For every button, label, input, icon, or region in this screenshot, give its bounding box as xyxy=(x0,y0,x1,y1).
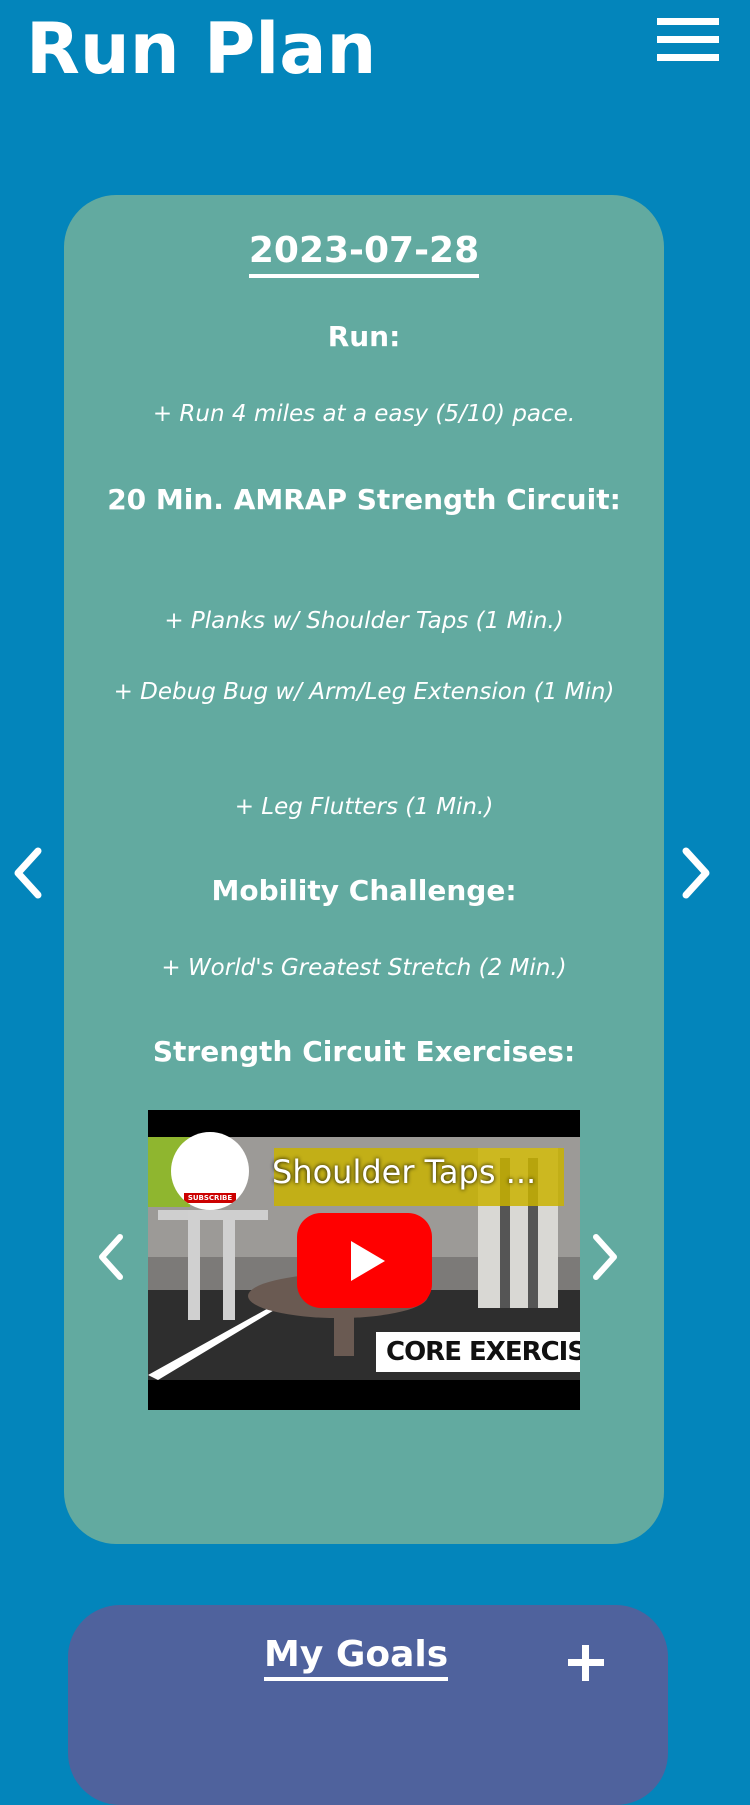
goals-title-text: My Goals xyxy=(264,1633,449,1681)
chevron-left-icon xyxy=(14,847,42,899)
plan-date-text: 2023-07-28 xyxy=(248,228,480,278)
chevron-right-icon xyxy=(682,847,710,899)
video-caption: CORE EXERCISE xyxy=(376,1332,580,1372)
strength-item-shoulder-taps: + Planks w/ Shoulder Taps (1 Min.) xyxy=(164,608,564,634)
previous-video-button[interactable] xyxy=(90,1227,134,1287)
plan-date: 2023-07-28 xyxy=(64,225,664,278)
run-item: + Run 4 miles at a easy (5/10) pace. xyxy=(152,401,576,427)
next-video-button[interactable] xyxy=(582,1227,626,1287)
channel-avatar[interactable]: SUBSCRIBE xyxy=(171,1132,249,1210)
run-section-heading: Run: xyxy=(327,320,401,353)
video-title[interactable]: Shoulder Taps ... xyxy=(272,1150,536,1194)
subscribe-label: SUBSCRIBE xyxy=(184,1193,236,1203)
chevron-right-icon xyxy=(593,1234,617,1280)
daily-plan-card: 2023-07-28 Run: + Run 4 miles at a easy … xyxy=(64,195,664,1544)
exercise-video-player[interactable]: SUBSCRIBE Shoulder Taps ... CORE EXERCIS… xyxy=(148,1110,580,1410)
strength-item-dead-bug: + Debug Bug w/ Arm/Leg Extension (1 Min) xyxy=(113,679,615,705)
goals-title: My Goals xyxy=(264,1631,449,1681)
hamburger-menu-icon-bar xyxy=(657,36,719,43)
add-goal-button[interactable] xyxy=(566,1643,606,1683)
hamburger-menu-icon xyxy=(657,18,719,25)
previous-day-button[interactable] xyxy=(8,843,52,903)
plus-icon xyxy=(568,1645,604,1681)
hamburger-menu-icon-bar xyxy=(657,54,719,61)
menu-button[interactable] xyxy=(657,16,719,64)
exercises-heading: Strength Circuit Exercises: xyxy=(152,1035,576,1068)
strength-circuit-heading: 20 Min. AMRAP Strength Circuit: xyxy=(107,483,621,516)
app-title: Run Plan xyxy=(26,8,377,90)
mobility-heading: Mobility Challenge: xyxy=(211,874,517,907)
next-day-button[interactable] xyxy=(672,843,716,903)
goals-card: My Goals xyxy=(68,1605,668,1805)
strength-item-leg-flutters: + Leg Flutters (1 Min.) xyxy=(234,794,494,820)
play-button[interactable] xyxy=(297,1213,432,1308)
chevron-left-icon xyxy=(99,1234,123,1280)
mobility-item: + World's Greatest Stretch (2 Min.) xyxy=(161,955,567,981)
youtube-play-icon xyxy=(297,1213,432,1308)
